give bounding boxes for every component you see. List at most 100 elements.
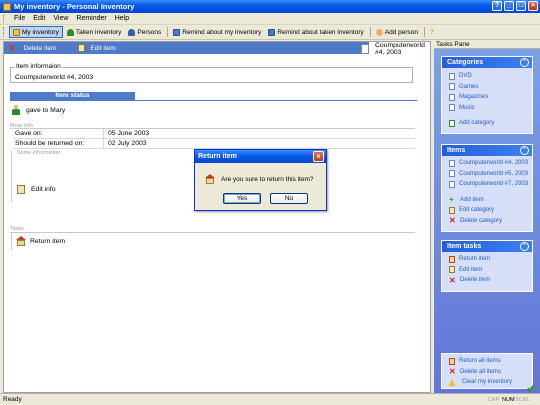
menu-reminder[interactable]: Reminder: [72, 15, 110, 22]
chevron-up-icon[interactable]: ⌃: [520, 146, 529, 155]
toolbar-separator: [369, 27, 371, 37]
toolbar-separator: [167, 27, 169, 37]
help-button[interactable]: ?: [427, 26, 437, 38]
add-person-label: Add person: [384, 28, 418, 36]
add-person-button[interactable]: Add person: [373, 26, 421, 38]
item-tasks-header[interactable]: Item tasks ⌃: [442, 241, 532, 252]
toolbar: My inventory Taken inventory Persons Rem…: [0, 25, 540, 40]
document-icon: [449, 170, 455, 178]
return-icon: [449, 255, 455, 263]
tasks-pane: Tasks Pane Categories ⌃ DVD Games Magazi…: [434, 40, 540, 393]
delete-category-label: Delete category: [460, 217, 503, 224]
remind-taken-label: Remind about taken inventory: [277, 28, 364, 36]
items-header[interactable]: Items ⌃: [442, 145, 532, 156]
item-information-box: Item informaion Coumputerworld #4, 2003: [10, 63, 413, 83]
toolbar-separator: [423, 27, 425, 37]
items-panel: Items ⌃ Coumputerworld #4, 2003 Coumpute…: [441, 144, 533, 232]
maximize-button[interactable]: □: [516, 1, 526, 11]
remind-my-label: Remind about my inventory: [182, 28, 262, 36]
edit-icon: [78, 44, 86, 52]
menu-file[interactable]: File: [10, 15, 29, 22]
delete-item-button[interactable]: ✕ Delete item: [8, 43, 56, 54]
categories-title: Categories: [447, 59, 484, 66]
edit-category-button[interactable]: Edit category: [442, 205, 532, 216]
delete-item-label: Delete item: [460, 277, 491, 284]
list-item[interactable]: Coumputerworld #4, 2003: [442, 158, 532, 169]
calendar-icon: [268, 28, 276, 36]
app-icon: [3, 2, 11, 11]
my-inventory-button[interactable]: My inventory: [9, 26, 63, 38]
persons-icon: [128, 28, 136, 36]
category-dvd[interactable]: DVD: [442, 71, 532, 82]
return-all-items-button[interactable]: Return all items: [442, 356, 532, 367]
remind-taken-inventory-button[interactable]: Remind about taken inventory: [265, 26, 366, 38]
clear-inventory-button[interactable]: Clear my inventory: [442, 377, 532, 388]
return-on-value: 02 July 2003: [108, 140, 147, 147]
categories-header[interactable]: Categories ⌃: [442, 57, 532, 68]
document-icon: [449, 180, 455, 188]
category-music[interactable]: Music: [442, 103, 532, 114]
tasks-border: [11, 232, 12, 250]
return-item-button[interactable]: Return item: [16, 236, 65, 246]
no-button[interactable]: No: [270, 193, 308, 204]
delete-all-items-button[interactable]: ✕ Delete all items: [442, 367, 532, 378]
chevron-up-icon[interactable]: ⌃: [520, 242, 529, 251]
calendar-icon: [173, 28, 181, 36]
item-header-band: ✕ Delete item Edit item: [4, 42, 369, 54]
scroll-indicator: SCRL: [515, 396, 530, 403]
menu-help[interactable]: Help: [111, 15, 133, 22]
return-icon: [205, 174, 215, 184]
add-item-button[interactable]: + Add item: [442, 195, 532, 206]
dialog-titlebar: Return item ×: [195, 150, 326, 163]
menu-edit[interactable]: Edit: [29, 15, 49, 22]
return-item-label: Return item: [30, 237, 66, 245]
add-person-icon: [375, 28, 383, 36]
num-indicator: NUM: [502, 396, 515, 403]
task-edit-item-button[interactable]: Edit item: [442, 265, 532, 276]
return-icon: [449, 357, 455, 365]
persons-button[interactable]: Persons: [125, 26, 164, 38]
delete-item-label: Delete item: [23, 44, 57, 52]
help-window-button[interactable]: ?: [492, 1, 502, 11]
task-return-item-button[interactable]: Return item: [442, 254, 532, 265]
menu-view[interactable]: View: [49, 15, 72, 22]
list-item[interactable]: Coumputerworld #5, 2003: [442, 169, 532, 180]
delete-all-label: Delete all items: [460, 368, 502, 375]
chevron-up-icon[interactable]: ⌃: [520, 58, 529, 67]
table-row: Gave on: 05 June 2003: [13, 129, 415, 139]
taken-inventory-button[interactable]: Taken inventory: [64, 26, 125, 38]
close-button[interactable]: ×: [528, 1, 538, 11]
category-label: Music: [459, 104, 475, 111]
delete-category-button[interactable]: ✕ Delete category: [442, 216, 532, 227]
list-item[interactable]: Coumputerworld #7, 2003: [442, 179, 532, 190]
edit-icon: [449, 206, 455, 214]
task-delete-item-button[interactable]: ✕ Delete item: [442, 275, 532, 286]
minimize-button[interactable]: _: [504, 1, 514, 11]
edit-info-button[interactable]: Edit info: [17, 185, 56, 194]
taken-inventory-label: Taken inventory: [75, 28, 122, 36]
item-header: ✕ Delete item Edit item Coumputerworld #…: [4, 42, 430, 60]
yes-button[interactable]: Yes: [223, 193, 261, 204]
document-icon: [449, 159, 455, 167]
category-games[interactable]: Games: [442, 82, 532, 93]
categories-panel: Categories ⌃ DVD Games Magazines Music A…: [441, 56, 533, 134]
category-magazines[interactable]: Magazines: [442, 92, 532, 103]
document-icon: [449, 72, 455, 80]
gave-on-value: 05 June 2003: [108, 130, 150, 137]
add-category-button[interactable]: Add category: [442, 118, 532, 129]
remind-my-inventory-button[interactable]: Remind about my inventory: [170, 26, 264, 38]
delete-icon: ✕: [449, 216, 456, 226]
dialog-close-button[interactable]: ×: [313, 151, 324, 162]
item-information-value: Coumputerworld #4, 2003: [15, 74, 94, 81]
return-item-dialog: Return item × Are you sure to return thi…: [194, 149, 327, 211]
dialog-message: Are you sure to return this item?: [205, 174, 314, 184]
item-label: Coumputerworld #7, 2003: [459, 181, 529, 188]
category-label: Games: [459, 83, 479, 90]
item-detail-panel: ✕ Delete item Edit item Coumputerworld #…: [3, 41, 431, 393]
add-category-label: Add category: [459, 120, 495, 127]
item-status-divider: [10, 100, 417, 101]
add-item-label: Add item: [460, 196, 484, 203]
edit-item-button[interactable]: Edit item: [78, 44, 116, 52]
some-info-border: [11, 151, 12, 202]
item-label: Coumputerworld #5, 2003: [459, 170, 529, 177]
